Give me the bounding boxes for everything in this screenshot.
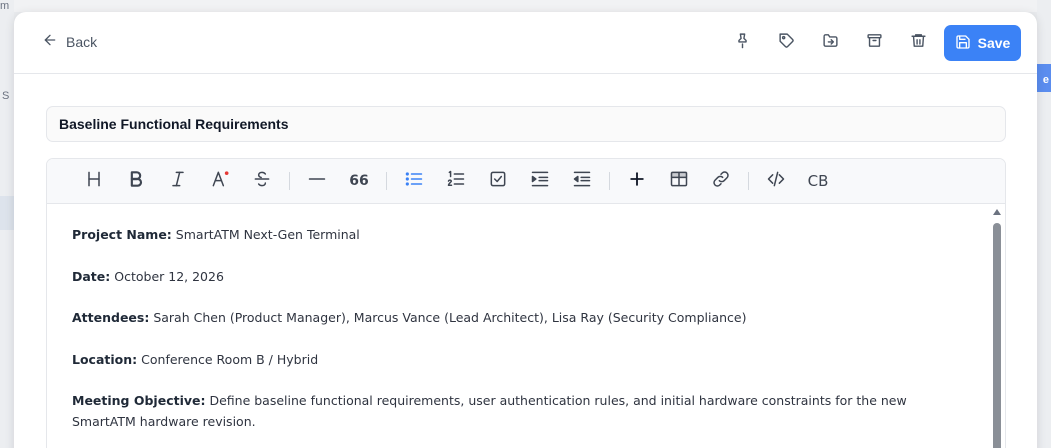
task-list-button[interactable]: [477, 165, 519, 197]
quote-button[interactable]: 66: [338, 165, 380, 197]
code-icon: [766, 169, 786, 194]
toolbar-separator: [289, 172, 290, 190]
pin-icon: [734, 32, 751, 54]
strikethrough-button[interactable]: [241, 165, 283, 197]
horizontal-rule-icon: [307, 169, 327, 194]
modal-header: Back Save: [14, 12, 1037, 74]
text-color-icon: [210, 169, 230, 194]
quote-icon: 66: [349, 173, 369, 189]
strikethrough-icon: [252, 169, 272, 194]
rich-text-editor: 66 CB Project Name: SmartATM Next-Gen Te…: [46, 158, 1006, 448]
date-line: Date: October 12, 2026: [72, 266, 945, 287]
scroll-up-arrow-icon[interactable]: [993, 209, 1001, 215]
bold-button[interactable]: [115, 165, 157, 197]
trash-icon: [910, 32, 927, 54]
backdrop-right-strip: [1037, 0, 1051, 448]
attendees-label: Attendees:: [72, 310, 150, 325]
attendees-value: Sarah Chen (Product Manager), Marcus Van…: [153, 310, 747, 325]
code-block-label: CB: [807, 172, 829, 190]
link-icon: [711, 169, 731, 194]
tag-button[interactable]: [764, 25, 808, 61]
plus-icon: [627, 169, 647, 194]
back-button[interactable]: Back: [42, 32, 97, 51]
archive-icon: [866, 32, 883, 54]
outdent-icon: [572, 169, 592, 194]
save-button[interactable]: Save: [944, 25, 1021, 61]
header-actions: Save: [720, 25, 1021, 61]
table-icon: [669, 169, 689, 194]
backdrop-text-fragment: e: [1042, 74, 1049, 86]
delete-button[interactable]: [896, 25, 940, 61]
backdrop-left-highlight: [0, 196, 14, 230]
indent-button[interactable]: [519, 165, 561, 197]
note-title-input[interactable]: [46, 106, 1006, 142]
bullet-list-button[interactable]: [393, 165, 435, 197]
italic-button[interactable]: [157, 165, 199, 197]
floppy-disk-icon: [955, 34, 971, 53]
objective-line: Meeting Objective: Define baseline funct…: [72, 390, 945, 432]
heading-button[interactable]: [73, 165, 115, 197]
move-button[interactable]: [808, 25, 852, 61]
tag-icon: [778, 32, 795, 54]
heading-icon: [84, 169, 104, 194]
date-value: October 12, 2026: [114, 268, 224, 284]
objective-label: Meeting Objective:: [72, 393, 206, 408]
location-value: Conference Room B / Hybrid: [141, 351, 319, 367]
backdrop-text-fragment: S: [2, 90, 10, 102]
horizontal-rule-button[interactable]: [296, 165, 338, 197]
italic-icon: [168, 169, 188, 194]
code-button[interactable]: [755, 165, 797, 197]
back-label: Back: [66, 33, 98, 50]
link-button[interactable]: [700, 165, 742, 197]
editor-content[interactable]: Project Name: SmartATM Next-Gen Terminal…: [47, 204, 1005, 448]
move-to-folder-icon: [822, 32, 839, 54]
outdent-button[interactable]: [561, 165, 603, 197]
toolbar-separator: [748, 172, 749, 190]
arrow-left-icon: [42, 32, 58, 51]
note-editor-modal: Back Save Baseline Functional Requiremen…: [14, 12, 1037, 448]
toolbar-separator: [609, 172, 610, 190]
text-color-button[interactable]: [199, 165, 241, 197]
project-name-line: Project Name: SmartATM Next-Gen Terminal: [72, 224, 945, 245]
project-name-value: SmartATM Next-Gen Terminal: [175, 227, 360, 242]
attendees-line: Attendees: Sarah Chen (Product Manager),…: [72, 307, 945, 328]
code-block-button[interactable]: CB: [797, 165, 839, 197]
indent-icon: [530, 169, 550, 194]
ordered-list-button[interactable]: [435, 165, 477, 197]
pin-button[interactable]: [720, 25, 764, 61]
save-label: Save: [977, 35, 1011, 51]
bold-icon: [126, 169, 146, 194]
ordered-list-icon: [446, 169, 466, 194]
project-name-label: Project Name:: [72, 227, 172, 242]
scrollbar-thumb[interactable]: [993, 223, 1001, 448]
archive-button[interactable]: [852, 25, 896, 61]
bullet-list-icon: [404, 169, 424, 194]
location-label: Location:: [72, 351, 138, 367]
checkbox-icon: [488, 169, 508, 194]
insert-button[interactable]: [616, 165, 658, 197]
editor-toolbar: 66 CB: [47, 159, 1005, 204]
location-line: Location: Conference Room B / Hybrid: [72, 349, 945, 370]
toolbar-separator: [386, 172, 387, 190]
editor-scrollbar[interactable]: [991, 204, 1003, 448]
backdrop-left-strip: [0, 0, 14, 448]
table-button[interactable]: [658, 165, 700, 197]
backdrop-top-strip: [0, 0, 1051, 12]
backdrop-text-fragment: m: [0, 0, 10, 12]
date-label: Date:: [72, 268, 111, 284]
